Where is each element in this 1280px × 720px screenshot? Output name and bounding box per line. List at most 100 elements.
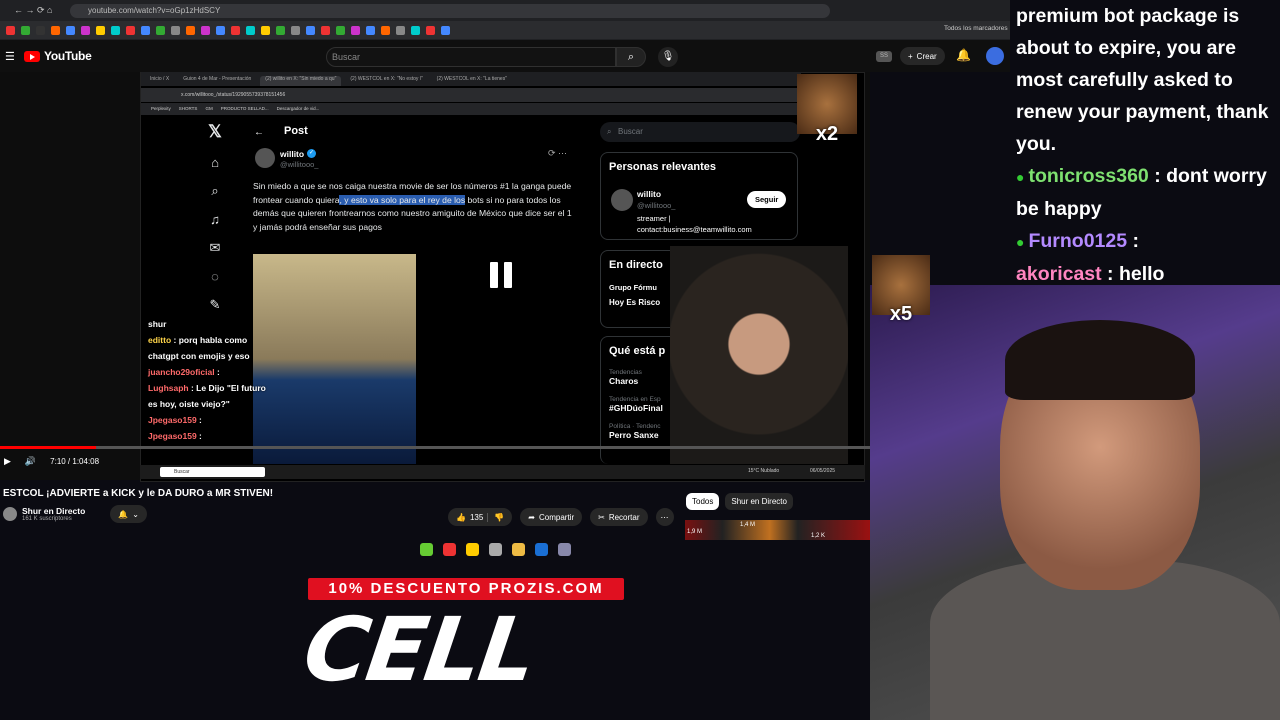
badge-icon: ● xyxy=(1016,169,1025,185)
create-button[interactable]: + Crear xyxy=(900,47,945,65)
tray-date: 06/05/2025 xyxy=(810,468,836,474)
dock-app-icon[interactable] xyxy=(443,543,456,556)
bookmark-icon[interactable] xyxy=(321,25,330,35)
bookmarks-bar xyxy=(0,21,1010,39)
filter-chip[interactable]: Todos xyxy=(686,493,720,510)
address-bar[interactable]: youtube.com/watch?v=oGp1zHdSCY xyxy=(70,4,830,18)
dock-app-icon[interactable] xyxy=(489,543,502,556)
bookmark-icon[interactable] xyxy=(291,25,300,35)
recommended-thumbnails[interactable]: 1,9 M 1,4 M 1,2 K xyxy=(685,520,873,540)
dock-app-icon[interactable] xyxy=(466,543,479,556)
bookmark-icon[interactable] xyxy=(366,25,375,35)
inner-address-bar: x.com/willitooo_/status/1929055739378151… xyxy=(141,88,801,102)
streamer-hair xyxy=(1005,320,1195,400)
clip-button[interactable]: ✂ Recortar xyxy=(590,508,648,526)
bookmark-icon[interactable] xyxy=(216,25,225,35)
overlay-chat-user: Jpegaso159 xyxy=(148,415,197,425)
bookmark-icon[interactable] xyxy=(171,25,180,35)
streamer-webcam-inner xyxy=(670,246,848,464)
bookmark-icon[interactable] xyxy=(441,25,450,35)
bookmark-icon[interactable] xyxy=(411,25,420,35)
bookmark-icon[interactable] xyxy=(111,25,120,35)
bookmark-icon[interactable] xyxy=(396,25,405,35)
bookmark-icon[interactable] xyxy=(141,25,150,35)
bookmark-icon[interactable] xyxy=(246,25,255,35)
bookmark-icon[interactable] xyxy=(231,25,240,35)
bookmark-icon[interactable] xyxy=(21,25,30,35)
bookmark-icon[interactable] xyxy=(201,25,210,35)
emote-x5-icon: x5 xyxy=(872,255,930,325)
chat-intro: premium bot package is about to expire, … xyxy=(1016,5,1269,155)
bookmark-icon[interactable] xyxy=(186,25,195,35)
verified-icon: ✓ xyxy=(307,149,316,158)
search-input[interactable]: Buscar xyxy=(326,47,616,67)
dock-app-icon[interactable] xyxy=(512,543,525,556)
bookmark-icon[interactable] xyxy=(351,25,360,35)
bookmark-icon[interactable] xyxy=(426,25,435,35)
pause-icon[interactable] xyxy=(490,262,514,288)
thumb-down-icon[interactable]: 👎 xyxy=(487,512,504,522)
bookmark-icon[interactable] xyxy=(66,25,75,35)
volume-icon[interactable]: 🔊 xyxy=(25,456,36,467)
back-forward-icons[interactable]: ← → ⟳ ⌂ xyxy=(14,5,52,16)
overlay-chat-line: Lughsaph : Le Dijo "El futuro es hoy, oi… xyxy=(148,380,268,412)
overlay-chat-user: juancho29oficial xyxy=(148,367,215,377)
progress-bar[interactable] xyxy=(0,446,870,449)
channel-info: Shur en Directo 161 K suscriptores 🔔 ⌄ xyxy=(3,505,147,523)
more-icon[interactable]: ⋯ xyxy=(655,508,674,526)
inner-bookmark: GM xyxy=(205,106,213,111)
avatar[interactable] xyxy=(986,47,1004,65)
bookmark-icon[interactable] xyxy=(306,25,315,35)
menu-icon[interactable]: ☰ xyxy=(5,50,15,63)
chat-text: : xyxy=(1127,230,1140,252)
bookmark-icon[interactable] xyxy=(126,25,135,35)
play-icon[interactable]: ▶ xyxy=(4,456,11,467)
overlay-chat-user: Jpegaso159 xyxy=(148,431,197,441)
taskbar-search: Buscar xyxy=(160,467,265,477)
mic-icon[interactable]: 🎙 xyxy=(658,47,678,67)
like-button[interactable]: 👍 135 👎 xyxy=(448,508,513,526)
grok-icon: ◌ xyxy=(211,269,219,284)
x-nav: 𝕏 ⌂ ⌕ ♫ ✉ ◌ ✎ xyxy=(200,122,230,322)
dock-app-icon[interactable] xyxy=(535,543,548,556)
subscribe-bell-button[interactable]: 🔔 ⌄ xyxy=(110,505,147,523)
chat-text: : hello xyxy=(1101,263,1165,285)
bookmark-icon[interactable] xyxy=(276,25,285,35)
bookmark-icon[interactable] xyxy=(261,25,270,35)
share-button[interactable]: ➦ Compartir xyxy=(520,508,583,526)
progress-fill xyxy=(0,446,96,449)
video-title: ESTCOL ¡ADVIERTE a KICK y le DA DURO a M… xyxy=(3,488,274,499)
search-icon: ⌕ xyxy=(607,127,612,136)
overlay-chat-line: editto : porq habla como chatgpt con emo… xyxy=(148,332,268,364)
taskbar-temp: 15°C Nublado xyxy=(748,468,780,474)
bookmark-icon[interactable] xyxy=(81,25,90,35)
chat-user: Furno0125 xyxy=(1028,230,1128,252)
filter-chip[interactable]: Shur en Directo xyxy=(725,493,793,510)
all-bookmarks[interactable]: Todos los marcadores xyxy=(944,25,1008,32)
follow-button: Seguir xyxy=(747,191,787,208)
youtube-logo[interactable]: YouTube xyxy=(24,49,92,63)
dock-app-icon[interactable] xyxy=(558,543,571,556)
compose-icon: ✎ xyxy=(209,297,221,312)
overlay-chat-user: editto xyxy=(148,335,172,345)
home-icon: ⌂ xyxy=(211,155,219,170)
thumb-up-icon: 👍 xyxy=(456,512,466,522)
search-icon[interactable]: ⌕ xyxy=(616,47,646,67)
bookmark-icon[interactable] xyxy=(156,25,165,35)
bookmark-icon[interactable] xyxy=(96,25,105,35)
right-chat: premium bot package is about to expire, … xyxy=(1016,0,1280,290)
bookmark-icon[interactable] xyxy=(336,25,345,35)
bell-icon[interactable]: 🔔 xyxy=(956,48,971,62)
plus-icon: + xyxy=(908,51,913,61)
relevant-people-box: Personas relevantes willito @willitooo_ … xyxy=(600,152,798,240)
dock-app-icon[interactable] xyxy=(420,543,433,556)
filter-chips: Todos Shur en Directo xyxy=(686,493,793,510)
bookmark-icon[interactable] xyxy=(36,25,45,35)
bookmark-icon[interactable] xyxy=(51,25,60,35)
bookmark-icon[interactable] xyxy=(6,25,15,35)
share-icon: ➦ xyxy=(528,512,535,522)
channel-avatar[interactable] xyxy=(3,507,17,521)
bookmark-icon[interactable] xyxy=(381,25,390,35)
bell-icon: ♫ xyxy=(210,212,220,227)
channel-name[interactable]: Shur en Directo xyxy=(22,506,85,516)
